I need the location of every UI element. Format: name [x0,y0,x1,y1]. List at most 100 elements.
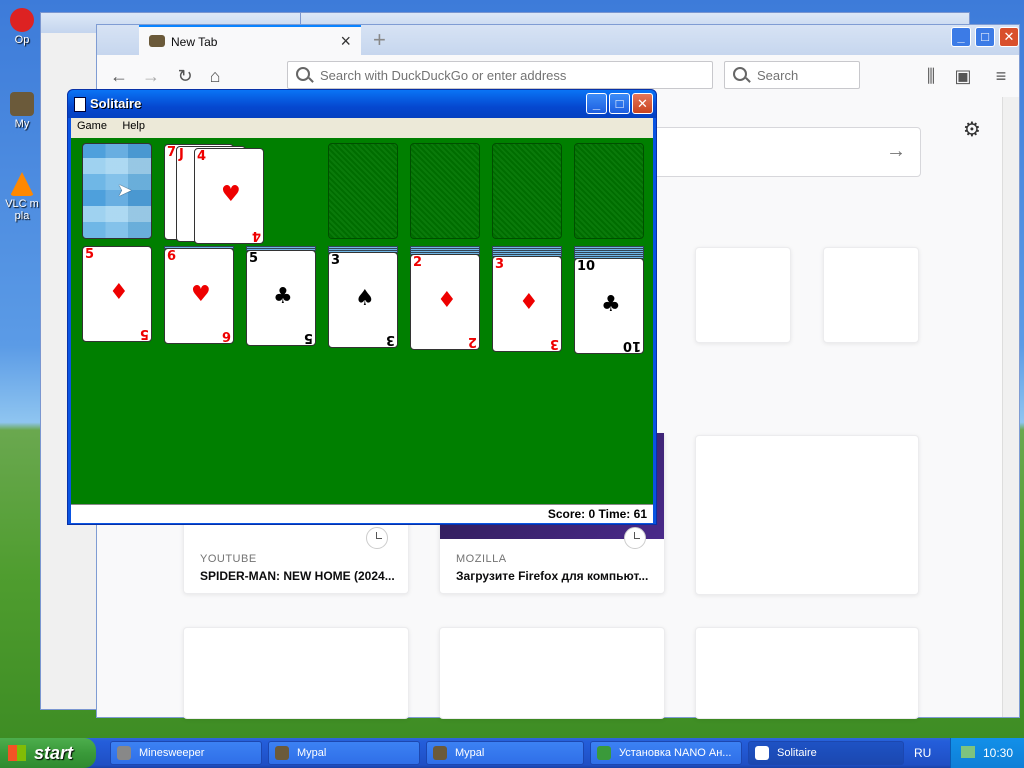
close-button[interactable]: ✕ [632,93,653,114]
highlight-title: SPIDER-MAN: NEW HOME (2024... [200,569,395,583]
foundation-slot[interactable] [574,143,644,239]
scrollbar[interactable] [1002,97,1019,717]
mypal-icon [433,746,447,760]
highlight-title: Загрузите Firefox для компьют... [456,569,649,583]
card-rank: 4 [251,228,261,243]
card-rank: 10 [577,259,596,274]
desktop-icon-opera[interactable]: Op [0,8,44,46]
card-suit: ♥ [191,282,211,307]
title-bar[interactable]: Solitaire _ □ ✕ [68,90,656,118]
network-icon[interactable] [961,746,975,758]
library-icon[interactable]: ⫼ [919,64,943,88]
tab-new-tab[interactable]: New Tab × [139,25,361,55]
card-suit: ♦ [109,280,129,305]
clock-icon [366,527,388,549]
new-tab-button[interactable]: + [373,27,386,53]
desktop-icon-label: Op [14,34,30,46]
status-bar: Score: 0 Time: 61 [71,504,653,523]
score-time: Score: 0 Time: 61 [547,507,647,521]
waste-card[interactable]: 4 ♥ 4 [194,148,264,244]
taskbar-item-installer[interactable]: Установка NANO Ан... [590,741,742,765]
minesweeper-icon [117,746,131,760]
arrow-right-icon[interactable]: → [886,140,906,163]
taskbar: start Minesweeper Mypal Mypal Установка … [0,738,1024,768]
tableau-card[interactable]: 3 ♠ 3 [328,252,398,348]
close-window-button[interactable]: ✕ [999,27,1019,47]
start-button[interactable]: start [0,738,96,768]
taskbar-item-solitaire[interactable]: Solitaire [748,741,904,765]
card-rank: 5 [303,330,313,345]
game-table: ➤ 7♥7J♥J4♥45♦56♥65♣53♠32♦23♦310♣10 [71,138,653,504]
tableau-card[interactable]: 2 ♦ 2 [410,254,480,350]
url-bar[interactable]: Search with DuckDuckGo or enter address [287,61,713,89]
card-rank: 3 [549,336,559,351]
back-button[interactable]: ← [107,64,131,88]
highlight-card[interactable] [439,627,665,719]
mypal-icon [10,92,34,116]
card-suit: ♠ [355,286,375,311]
task-label: Minesweeper [139,747,205,759]
download-icon [597,746,611,760]
tab-title: New Tab [171,35,218,49]
maximize-button[interactable]: □ [609,93,630,114]
desktop-icon-vlc[interactable]: VLC m pla [0,172,44,222]
foundation-slot[interactable] [492,143,562,239]
tableau-card[interactable]: 6 ♥ 6 [164,248,234,344]
cursor-icon: ➤ [117,180,133,200]
close-icon[interactable]: × [340,31,351,52]
windows-logo-icon [8,745,26,761]
search-icon [733,67,747,81]
system-tray: 10:30 [950,738,1024,768]
card-suit: ♥ [221,182,241,207]
gear-icon[interactable]: ⚙ [963,117,981,142]
menu-icon[interactable]: ≡ [989,64,1013,88]
minimize-button[interactable]: _ [586,93,607,114]
card-rank: 6 [221,328,231,343]
vlc-icon [10,172,34,196]
menu-game[interactable]: Game [71,118,113,134]
home-button[interactable]: ⌂ [203,64,227,88]
task-label: Solitaire [777,747,817,759]
highlight-card[interactable] [695,435,919,595]
solitaire-icon [74,97,86,112]
taskbar-item-mypal[interactable]: Mypal [426,741,584,765]
reload-button[interactable]: ↻ [173,64,197,88]
forward-button[interactable]: → [139,64,163,88]
highlight-source: YOUTUBE [200,553,257,565]
tableau-card[interactable]: 5 ♣ 5 [246,250,316,346]
mypal-icon [275,746,289,760]
top-site-tile[interactable] [695,247,791,343]
card-suit: ♦ [519,290,539,315]
tableau-card[interactable]: 3 ♦ 3 [492,256,562,352]
page-search-box[interactable]: → [653,127,921,177]
maximize-button[interactable]: □ [975,27,995,47]
card-rank: 2 [467,334,477,349]
taskbar-item-minesweeper[interactable]: Minesweeper [110,741,262,765]
minimize-button[interactable]: _ [951,27,971,47]
card-rank: 5 [249,251,259,266]
desktop-icon-label: My [14,118,30,130]
clock[interactable]: 10:30 [983,746,1013,760]
highlight-card[interactable] [183,627,409,719]
tableau-card[interactable]: 5 ♦ 5 [82,246,152,342]
tableau-card[interactable]: 10 ♣ 10 [574,258,644,354]
foundation-slot[interactable] [410,143,480,239]
search-bar[interactable]: Search [724,61,860,89]
taskbar-item-mypal[interactable]: Mypal [268,741,420,765]
menu-bar: Game Help [71,118,653,138]
opera-icon [10,8,34,32]
solitaire-icon [755,746,769,760]
card-rank: 3 [495,257,505,272]
highlight-card[interactable] [695,627,919,719]
desktop-icon-mypal[interactable]: My [0,92,44,130]
card-rank: J [179,147,184,162]
top-site-tile[interactable] [823,247,919,343]
url-placeholder: Search with DuckDuckGo or enter address [320,68,567,83]
card-suit: ♣ [273,284,293,309]
foundation-slot[interactable] [328,143,398,239]
language-indicator[interactable]: RU [914,746,931,760]
sidebar-icon[interactable]: ▣ [951,64,975,88]
card-rank: 7 [167,145,177,160]
solitaire-window: Solitaire _ □ ✕ Game Help ➤ 7♥7J♥J4♥45♦5… [67,89,657,525]
menu-help[interactable]: Help [116,118,151,134]
